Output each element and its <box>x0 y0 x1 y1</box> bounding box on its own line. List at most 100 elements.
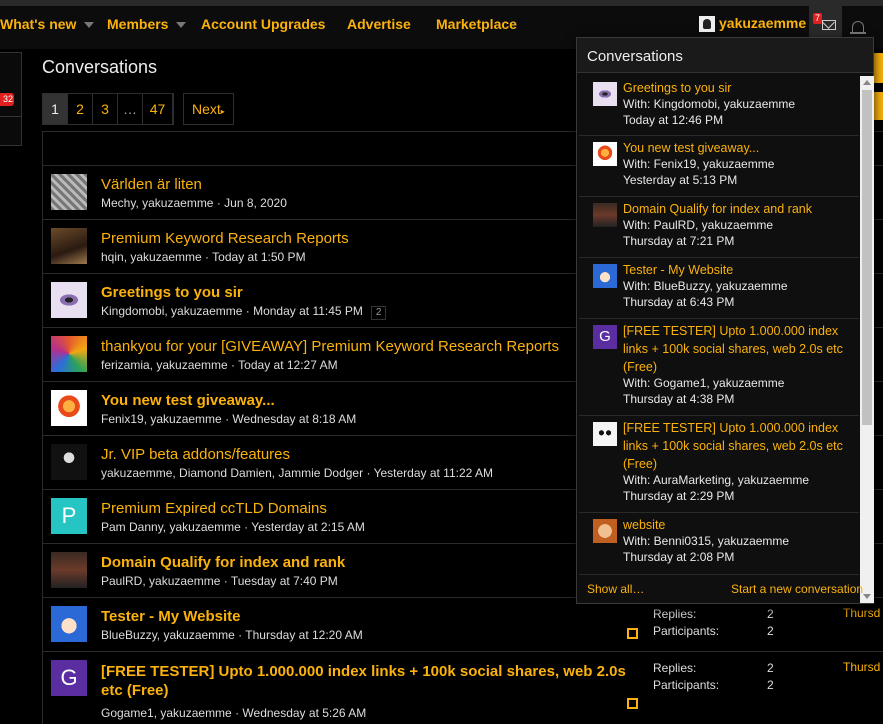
conversation-title-link[interactable]: Premium Keyword Research Reports <box>101 230 349 247</box>
conversation-meta: Fenix19, yakuzaemme · Wednesday at 8:18 … <box>101 412 356 426</box>
participants[interactable]: yakuzaemme, Diamond Damien, Jammie Dodge… <box>101 466 363 480</box>
conversation-title-link[interactable]: Jr. VIP beta addons/features <box>101 446 290 463</box>
nav-advertise[interactable]: Advertise <box>347 16 411 32</box>
next-page-button[interactable]: Next▸ <box>183 93 234 125</box>
dropdown-conversation-title[interactable]: website <box>623 516 859 534</box>
conversation-date[interactable]: Tuesday at 7:40 PM <box>231 574 338 588</box>
pagination-ellipsis: … <box>118 94 143 124</box>
conversation-meta: Pam Danny, yakuzaemme · Yesterday at 2:1… <box>101 520 365 534</box>
last-message-date[interactable]: Thursd <box>843 606 880 620</box>
chevron-down-icon[interactable] <box>176 22 187 29</box>
participants[interactable]: Kingdomobi, yakuzaemme <box>101 304 242 318</box>
dropdown-participants: With: PaulRD, yakuzaemme <box>623 218 774 232</box>
participants-label: Participants: 2 <box>653 624 774 638</box>
nav-account-upgrades[interactable]: Account Upgrades <box>201 16 325 32</box>
conversation-stats: Replies: 2 Participants: 2 <box>653 660 774 694</box>
nav-marketplace[interactable]: Marketplace <box>436 16 517 32</box>
page-link[interactable]: 2 <box>68 94 93 124</box>
peek-button[interactable] <box>874 92 883 120</box>
conversation-meta: hqin, yakuzaemme · Today at 1:50 PM <box>101 250 306 264</box>
dropdown-conversation-title[interactable]: You new test giveaway... <box>623 139 859 157</box>
last-message-date[interactable]: Thursd <box>843 660 880 674</box>
participants[interactable]: ferizamia, yakuzaemme <box>101 358 228 372</box>
user-menu[interactable]: yakuzaemme <box>699 15 806 33</box>
dropdown-conversation-item[interactable]: Tester - My Website With: BlueBuzzy, yaku… <box>579 258 859 319</box>
avatar[interactable] <box>593 82 617 106</box>
dropdown-conversation-title[interactable]: Tester - My Website <box>623 261 859 279</box>
start-conversation-link[interactable]: Start a new conversation <box>731 582 863 596</box>
conversation-stats: Replies: 2 Participants: 2 <box>653 606 774 640</box>
scrollbar-thumb[interactable] <box>862 90 872 425</box>
conversation-title-link[interactable]: Världen är liten <box>101 176 202 193</box>
conversation-title-link[interactable]: Premium Expired ccTLD Domains <box>101 500 327 517</box>
avatar[interactable]: G <box>593 325 617 349</box>
list-item[interactable]: Tester - My Website BlueBuzzy, yakuzaemme… <box>43 598 883 652</box>
page-title: Conversations <box>42 57 158 77</box>
avatar[interactable] <box>51 552 87 588</box>
page-count-badge[interactable]: 2 <box>370 306 387 320</box>
dropdown-conversation-title[interactable]: Greetings to you sir <box>623 79 859 97</box>
conversation-title-link[interactable]: [FREE TESTER] Upto 1.000.000 index links… <box>101 662 641 700</box>
page-link[interactable]: 47 <box>143 94 173 124</box>
dropdown-conversation-item[interactable]: website With: Benni0315, yakuzaemme Thursd… <box>579 513 859 575</box>
page-link[interactable]: 3 <box>93 94 118 124</box>
dropdown-conversation-title[interactable]: Domain Qualify for index and rank <box>623 200 859 218</box>
list-item[interactable]: G [FREE TESTER] Upto 1.000.000 index link… <box>43 652 883 724</box>
select-checkbox[interactable] <box>627 698 638 709</box>
conversation-date[interactable]: Wednesday at 5:26 AM <box>242 706 366 720</box>
avatar[interactable] <box>593 203 617 227</box>
conversation-date[interactable]: Today at 1:50 PM <box>212 250 305 264</box>
conversation-title-link[interactable]: You new test giveaway... <box>101 392 275 409</box>
dropdown-participants: With: Fenix19, yakuzaemme <box>623 157 775 171</box>
participants[interactable]: Pam Danny, yakuzaemme <box>101 520 241 534</box>
dropdown-conversation-title[interactable]: [FREE TESTER] Upto 1.000.000 index links… <box>623 322 859 376</box>
avatar[interactable] <box>593 264 617 288</box>
avatar[interactable] <box>51 282 87 318</box>
avatar[interactable]: G <box>51 660 87 696</box>
bell-icon[interactable] <box>850 21 866 34</box>
conversation-date[interactable]: Wednesday at 8:18 AM <box>232 412 356 426</box>
nav-members[interactable]: Members <box>107 16 187 32</box>
avatar[interactable]: P <box>51 498 87 534</box>
participants[interactable]: BlueBuzzy, yakuzaemme <box>101 628 235 642</box>
avatar[interactable] <box>51 174 87 210</box>
chevron-down-icon[interactable] <box>84 22 95 29</box>
conversation-date[interactable]: Yesterday at 11:22 AM <box>374 466 493 480</box>
participants[interactable]: PaulRD, yakuzaemme <box>101 574 220 588</box>
peek-button[interactable] <box>874 53 883 83</box>
participants[interactable]: Mechy, yakuzaemme <box>101 196 213 210</box>
avatar[interactable] <box>593 422 617 446</box>
avatar[interactable] <box>51 444 87 480</box>
avatar[interactable] <box>51 228 87 264</box>
conversation-title-link[interactable]: Domain Qualify for index and rank <box>101 554 345 571</box>
conversation-date[interactable]: Thursday at 12:20 AM <box>245 628 362 642</box>
avatar[interactable] <box>51 606 87 642</box>
dropdown-conversation-item[interactable]: Domain Qualify for index and rank With: P… <box>579 197 859 258</box>
select-checkbox[interactable] <box>627 628 638 639</box>
conversation-date[interactable]: Jun 8, 2020 <box>224 196 287 210</box>
participants[interactable]: Fenix19, yakuzaemme <box>101 412 222 426</box>
scrollbar[interactable] <box>860 76 874 603</box>
scroll-up-icon[interactable] <box>863 80 871 85</box>
dropdown-conversation-item[interactable]: G [FREE TESTER] Upto 1.000.000 index link… <box>579 319 859 416</box>
avatar[interactable] <box>51 390 87 426</box>
conversation-date[interactable]: Monday at 11:45 PM <box>253 304 363 318</box>
show-all-link[interactable]: Show all… <box>587 582 644 596</box>
conversation-title-link[interactable]: Tester - My Website <box>101 608 240 625</box>
avatar[interactable] <box>51 336 87 372</box>
separator: · <box>221 412 233 426</box>
dropdown-conversation-item[interactable]: [FREE TESTER] Upto 1.000.000 index links… <box>579 416 859 513</box>
conversation-title-link[interactable]: Greetings to you sir <box>101 284 243 301</box>
dropdown-conversation-item[interactable]: Greetings to you sir With: Kingdomobi, ya… <box>579 76 859 136</box>
conversation-date[interactable]: Yesterday at 2:15 AM <box>251 520 365 534</box>
conversation-date[interactable]: Today at 12:27 AM <box>238 358 337 372</box>
conversation-title-link[interactable]: thankyou for your [GIVEAWAY] Premium Key… <box>101 338 559 355</box>
nav-whats-new[interactable]: What's new <box>0 16 95 32</box>
avatar[interactable] <box>593 142 617 166</box>
dropdown-conversation-item[interactable]: You new test giveaway... With: Fenix19, y… <box>579 136 859 197</box>
dropdown-conversation-title[interactable]: [FREE TESTER] Upto 1.000.000 index links… <box>623 419 859 473</box>
participants[interactable]: Gogame1, yakuzaemme <box>101 706 232 720</box>
avatar[interactable] <box>593 519 617 543</box>
page-link[interactable]: 1 <box>43 94 68 124</box>
participants[interactable]: hqin, yakuzaemme <box>101 250 202 264</box>
